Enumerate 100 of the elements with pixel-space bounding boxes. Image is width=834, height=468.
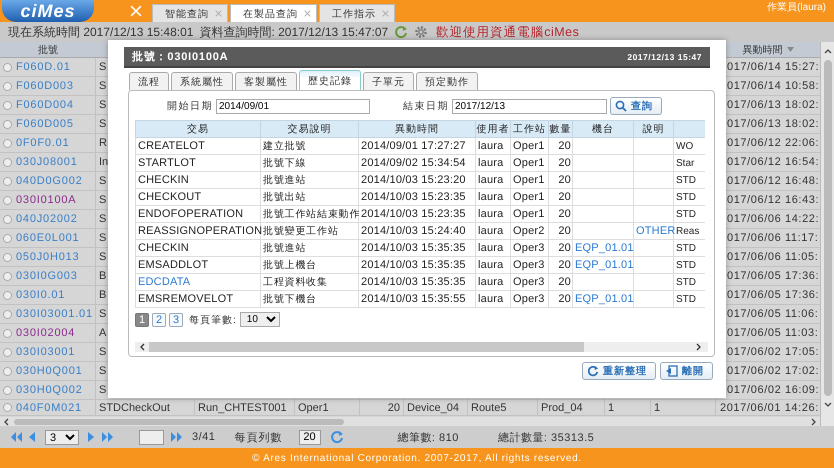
end-date-field[interactable]: 2017/12/13 xyxy=(452,98,607,114)
lot-link[interactable]: 040F0M021 xyxy=(16,402,82,414)
total-records: 總筆數: 810 xyxy=(397,430,459,444)
tab[interactable]: 工作指示 xyxy=(319,4,395,22)
page-button[interactable]: 2 xyxy=(152,312,166,326)
table-cell: 2014/10/03 15:23:35 xyxy=(358,188,476,206)
lot-link[interactable]: 050J0H013 xyxy=(16,251,80,263)
refresh-icon[interactable] xyxy=(394,25,408,39)
lot-link[interactable]: 030I0.01 xyxy=(16,289,66,301)
radio-button[interactable] xyxy=(3,62,12,72)
tab[interactable]: 預定動作 xyxy=(416,72,478,90)
radio-button[interactable] xyxy=(3,272,12,280)
radio-button[interactable] xyxy=(3,403,12,412)
last-page-icon[interactable] xyxy=(101,431,114,443)
tab[interactable]: 歷史記錄 xyxy=(299,70,361,90)
scroll-down-icon[interactable] xyxy=(824,400,832,408)
table-cell: 批號進站 xyxy=(260,240,358,256)
lot-link[interactable]: 030I0G003 xyxy=(16,270,78,282)
page-button[interactable]: 3 xyxy=(169,312,183,326)
scroll-right-icon[interactable] xyxy=(694,343,702,351)
page-select[interactable]: 3 xyxy=(45,430,79,444)
radio-button[interactable] xyxy=(3,386,12,394)
rows-per-page-field[interactable]: 20 xyxy=(299,430,322,444)
table-cell: 批號出站 xyxy=(260,188,358,206)
table-cell: CREATELOT xyxy=(136,138,260,154)
refresh-icon[interactable] xyxy=(330,430,344,444)
table-cell: S xyxy=(99,175,106,187)
tab[interactable]: 智能查詢 xyxy=(152,4,228,22)
table-cell: 2014/10/03 15:23:20 xyxy=(358,172,476,188)
tab[interactable]: 在製品查詢 xyxy=(230,4,317,22)
lot-link[interactable]: 030I0100A xyxy=(16,194,76,206)
refresh-button[interactable]: 重新整理 xyxy=(582,362,656,380)
close-icon[interactable] xyxy=(382,10,389,17)
note-link[interactable]: OTHER xyxy=(634,222,674,240)
radio-button[interactable] xyxy=(3,158,12,166)
page-input[interactable] xyxy=(139,430,164,444)
table-cell: 017/06/02 17:02: xyxy=(727,365,820,377)
lot-link[interactable]: 030I03001 xyxy=(16,346,76,358)
table-cell: 20 xyxy=(548,138,572,154)
horizontal-scrollbar[interactable] xyxy=(135,342,708,352)
radio-button[interactable] xyxy=(3,214,12,224)
scroll-left-icon[interactable] xyxy=(3,418,11,426)
lot-link[interactable]: F060D003 xyxy=(16,80,74,92)
lot-link[interactable]: 030H0Q001 xyxy=(16,365,83,377)
radio-button[interactable] xyxy=(3,100,12,110)
lot-link[interactable]: F060D004 xyxy=(16,99,74,111)
table-cell: 017/06/06 14:22: xyxy=(727,213,820,225)
per-page-select[interactable]: 10 xyxy=(240,312,280,327)
table-cell: S xyxy=(99,384,106,396)
tab[interactable]: 流程 xyxy=(129,72,169,90)
close-icon[interactable] xyxy=(215,10,222,17)
lot-link[interactable]: 030I03001.01 xyxy=(16,308,93,320)
scroll-right-icon[interactable] xyxy=(809,418,817,426)
scroll-up-icon[interactable] xyxy=(824,48,832,56)
exit-button[interactable]: 離開 xyxy=(660,362,713,380)
close-icon[interactable] xyxy=(304,10,311,17)
horizontal-scrollbar[interactable] xyxy=(0,417,820,426)
radio-button[interactable] xyxy=(3,328,12,338)
lot-link[interactable]: F060D005 xyxy=(16,118,74,130)
radio-button[interactable] xyxy=(3,196,12,204)
tab[interactable]: 子單元 xyxy=(363,72,414,90)
lot-link[interactable]: 0F0F0.01 xyxy=(16,137,70,149)
vertical-scrollbar[interactable] xyxy=(820,42,834,426)
lot-link[interactable]: 040J02002 xyxy=(16,213,78,225)
table-cell: 017/06/06 11:05: xyxy=(727,251,818,263)
tab[interactable]: 系統屬性 xyxy=(171,72,233,90)
machine-link[interactable]: EQP_01.01 xyxy=(572,240,634,256)
start-date-field[interactable]: 2014/09/01 xyxy=(216,98,370,114)
radio-button[interactable] xyxy=(3,234,12,242)
scroll-left-icon[interactable] xyxy=(139,343,147,351)
lot-link[interactable]: 030H0Q002 xyxy=(16,384,83,396)
settings-icon[interactable] xyxy=(414,25,428,39)
radio-button[interactable] xyxy=(3,82,12,90)
radio-button[interactable] xyxy=(3,366,12,376)
lot-link[interactable]: 030I02004 xyxy=(16,327,76,339)
lot-link[interactable]: 030J08001 xyxy=(16,156,78,168)
lot-link[interactable]: F060D.01 xyxy=(16,61,71,73)
page-count: 3/41 xyxy=(192,431,216,443)
table-cell: Oper3 xyxy=(510,290,548,308)
radio-button[interactable] xyxy=(3,290,12,300)
table-cell: laura xyxy=(476,290,510,308)
column-header: 數量 xyxy=(548,120,572,138)
tab[interactable]: 客製屬性 xyxy=(235,72,297,90)
machine-link[interactable]: EQP_01.01 xyxy=(572,256,634,274)
radio-button[interactable] xyxy=(3,252,12,262)
first-page-icon[interactable] xyxy=(10,431,23,443)
radio-button[interactable] xyxy=(3,120,12,128)
table-cell: 2014/09/01 17:27:27 xyxy=(358,138,476,154)
radio-button[interactable] xyxy=(3,138,12,148)
transaction-link[interactable]: EDCDATA xyxy=(136,274,260,290)
lot-link[interactable]: 060E0L001 xyxy=(16,232,80,244)
radio-button[interactable] xyxy=(3,176,12,186)
machine-link[interactable]: EQP_01.01 xyxy=(572,290,634,308)
go-icon[interactable] xyxy=(170,431,183,443)
radio-button[interactable] xyxy=(3,348,12,356)
table-cell: 017/06/05 11:03: xyxy=(727,327,818,339)
lot-link[interactable]: 040D0G002 xyxy=(16,175,83,187)
radio-button[interactable] xyxy=(3,310,12,318)
query-button[interactable]: 查詢 xyxy=(610,97,662,115)
page-button[interactable]: 1 xyxy=(135,312,149,326)
